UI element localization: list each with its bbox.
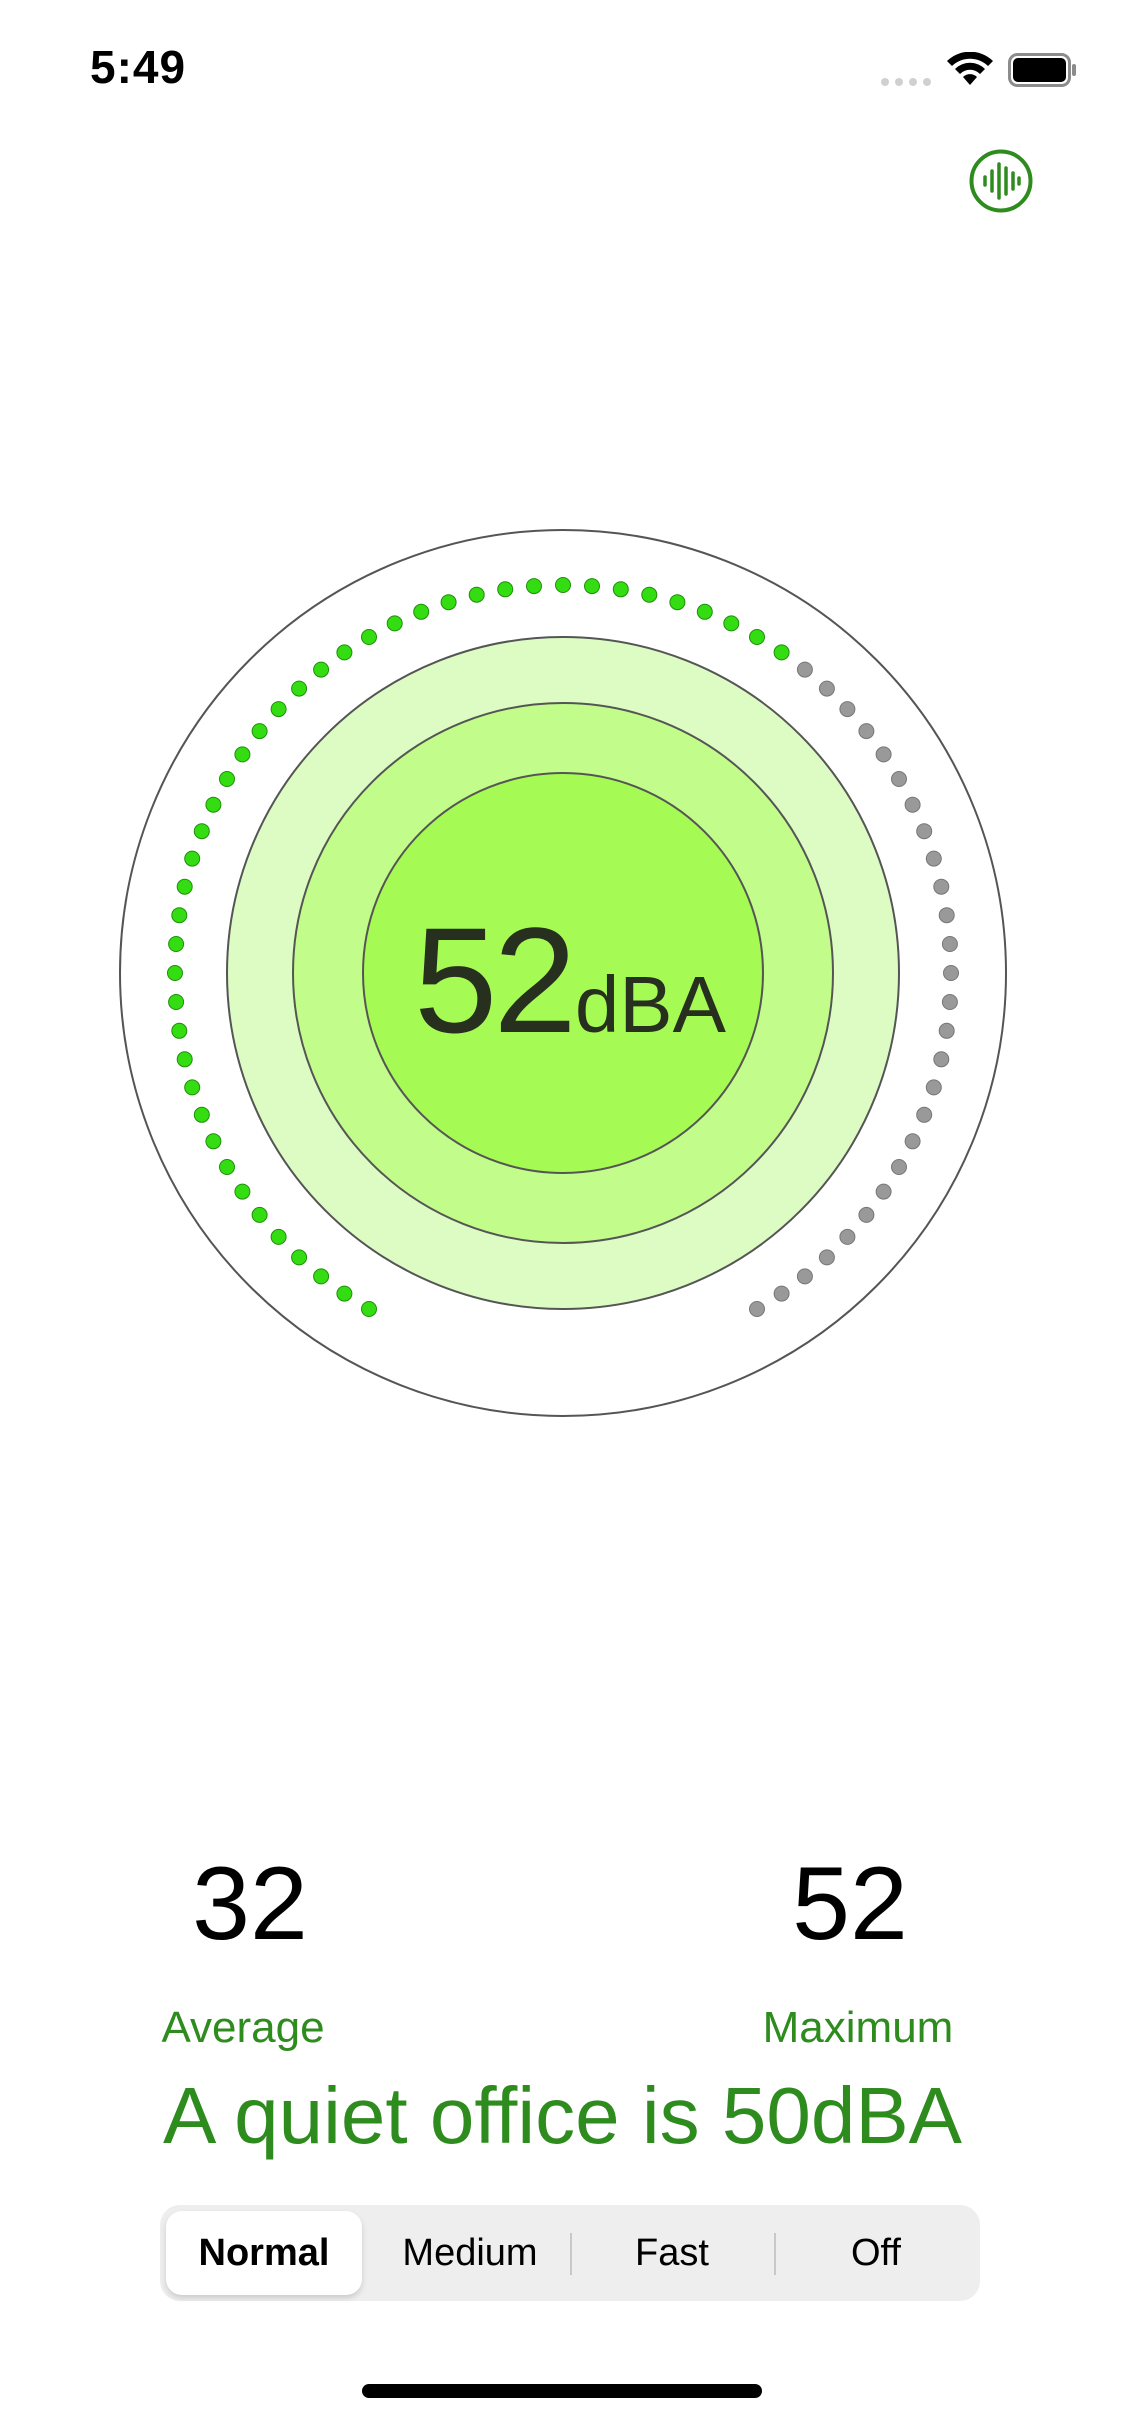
maximum-label: Maximum	[762, 2003, 954, 2052]
level-dot-active	[612, 581, 629, 598]
level-dot-active	[526, 578, 542, 595]
level-dot-active	[234, 746, 251, 763]
sound-level-unit: dBA	[574, 960, 727, 1049]
sound-level-gauge	[119, 529, 1007, 1417]
segment-fast[interactable]: Fast	[574, 2211, 770, 2295]
level-dot-inactive	[875, 1183, 892, 1200]
level-dot-inactive	[933, 878, 950, 895]
level-dot-active	[749, 629, 765, 645]
home-indicator	[362, 2384, 762, 2398]
level-dot-active	[313, 1268, 330, 1285]
level-dot-active	[184, 1079, 201, 1096]
level-dot-active	[641, 586, 658, 603]
level-dot-inactive	[749, 1301, 765, 1317]
level-dot-active	[336, 1285, 353, 1302]
level-dot-active	[205, 796, 222, 813]
speed-segmented-control: Normal Medium Fast Off	[160, 2205, 980, 2301]
level-dot-active	[440, 594, 457, 611]
level-dot-inactive	[916, 1106, 933, 1123]
average-label: Average	[161, 2003, 325, 2052]
level-dot-active	[219, 1159, 235, 1175]
level-dot-active	[168, 936, 185, 952]
level-dot-active	[313, 661, 330, 678]
level-dot-active	[234, 1183, 251, 1200]
level-dot-inactive	[818, 1249, 835, 1266]
level-dot-active	[555, 577, 571, 593]
sound-level-value: 52	[413, 896, 577, 1064]
level-dot-active	[251, 723, 268, 740]
level-dot-active	[270, 1228, 287, 1245]
level-dot-inactive	[773, 1285, 790, 1302]
level-dot-active	[497, 581, 514, 598]
level-dot-active	[361, 629, 377, 645]
level-dot-active	[193, 823, 210, 840]
level-dot-active	[193, 1106, 210, 1123]
level-dot-inactive	[941, 994, 958, 1010]
level-dot-active	[171, 907, 188, 924]
level-dot-inactive	[925, 850, 942, 867]
level-dot-active	[773, 644, 790, 661]
level-dot-active	[291, 1249, 308, 1266]
level-dot-inactive	[839, 701, 856, 718]
level-dot-active	[251, 1206, 268, 1223]
level-dot-active	[205, 1133, 222, 1150]
level-dot-inactive	[904, 1133, 921, 1150]
segment-off[interactable]: Off	[778, 2211, 974, 2295]
level-dot-active	[184, 850, 201, 867]
level-dot-inactive	[938, 907, 955, 924]
level-dot-active	[723, 615, 740, 632]
level-dot-active	[176, 1051, 193, 1068]
level-dot-active	[270, 701, 287, 718]
level-dot-active	[168, 994, 185, 1010]
level-dot-active	[336, 644, 353, 661]
maximum-value: 52	[792, 1846, 908, 1962]
segment-medium[interactable]: Medium	[372, 2211, 568, 2295]
average-value: 32	[192, 1846, 308, 1962]
level-dot-inactive	[858, 1206, 875, 1223]
level-dot-inactive	[891, 771, 907, 787]
level-dot-inactive	[943, 965, 959, 981]
level-dot-active	[219, 771, 235, 787]
level-dot-active	[176, 878, 193, 895]
level-dot-inactive	[904, 796, 921, 813]
level-dot-inactive	[916, 823, 933, 840]
level-dot-active	[386, 615, 403, 632]
segment-divider	[570, 2233, 572, 2275]
level-dot-inactive	[941, 936, 958, 952]
level-dot-inactive	[796, 661, 813, 678]
level-dot-active	[167, 965, 183, 981]
level-dot-active	[669, 594, 686, 611]
level-dot-active	[171, 1022, 188, 1039]
level-dot-inactive	[875, 746, 892, 763]
level-dot-inactive	[818, 680, 835, 697]
sound-level-reading: 52dBA	[380, 890, 760, 1070]
level-dot-inactive	[839, 1228, 856, 1245]
level-dot-active	[361, 1301, 377, 1317]
level-dot-active	[291, 680, 308, 697]
segment-normal[interactable]: Normal	[166, 2211, 362, 2295]
level-dot-active	[468, 586, 485, 603]
level-dot-inactive	[925, 1079, 942, 1096]
level-dot-inactive	[933, 1051, 950, 1068]
segment-divider	[774, 2233, 776, 2275]
level-dot-active	[413, 603, 430, 620]
comparison-text: A quiet office is 50dBA	[162, 2071, 963, 2160]
level-dot-inactive	[938, 1022, 955, 1039]
level-dot-active	[696, 603, 713, 620]
level-dot-active	[584, 578, 600, 595]
app-screen: 5:49 52dBA 32 52 Average Maximum A quiet…	[0, 0, 1125, 2436]
level-dot-inactive	[891, 1159, 907, 1175]
level-dot-inactive	[858, 723, 875, 740]
level-dot-inactive	[796, 1268, 813, 1285]
